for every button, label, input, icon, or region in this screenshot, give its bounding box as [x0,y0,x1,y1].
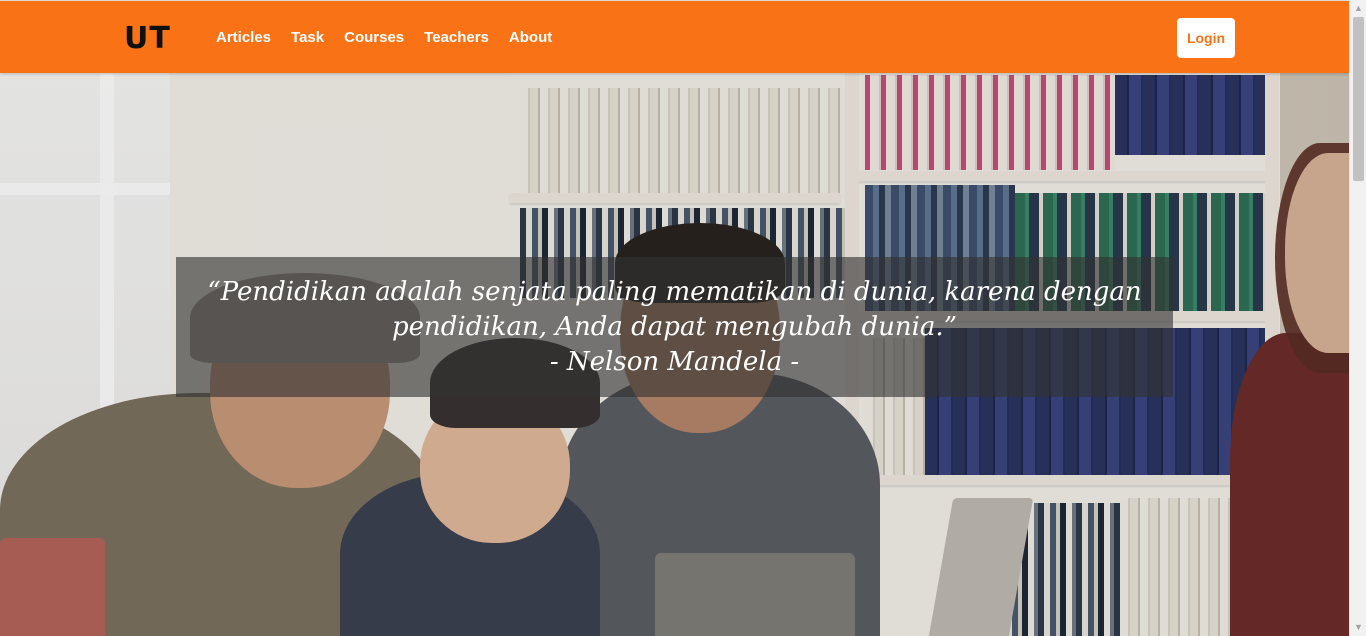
quote-box: “Pendidikan adalah senjata paling memati… [176,257,1173,397]
nav-link-teachers[interactable]: Teachers [424,28,489,48]
quote-text: “Pendidikan adalah senjata paling memati… [207,276,1142,342]
nav-link-about[interactable]: About [509,28,552,48]
scroll-down-arrow-icon[interactable]: ▼ [1350,619,1366,636]
nav-link-articles[interactable]: Articles [216,28,271,48]
quote-author: - Nelson Mandela - [549,346,800,377]
vertical-scrollbar[interactable]: ▲ ▼ [1349,0,1366,636]
nav-links: Articles Task Courses Teachers About [216,28,552,48]
hero-banner: “Pendidikan adalah senjata paling memati… [0,73,1349,636]
nav-link-task[interactable]: Task [291,28,324,48]
login-button[interactable]: Login [1177,18,1235,58]
navbar: UT Articles Task Courses Teachers About … [0,0,1349,73]
brand-logo[interactable]: UT [124,21,171,57]
scrollbar-thumb[interactable] [1353,17,1364,181]
nav-link-courses[interactable]: Courses [344,28,404,48]
scroll-up-arrow-icon[interactable]: ▲ [1350,0,1366,17]
page: UT Articles Task Courses Teachers About … [0,0,1366,636]
